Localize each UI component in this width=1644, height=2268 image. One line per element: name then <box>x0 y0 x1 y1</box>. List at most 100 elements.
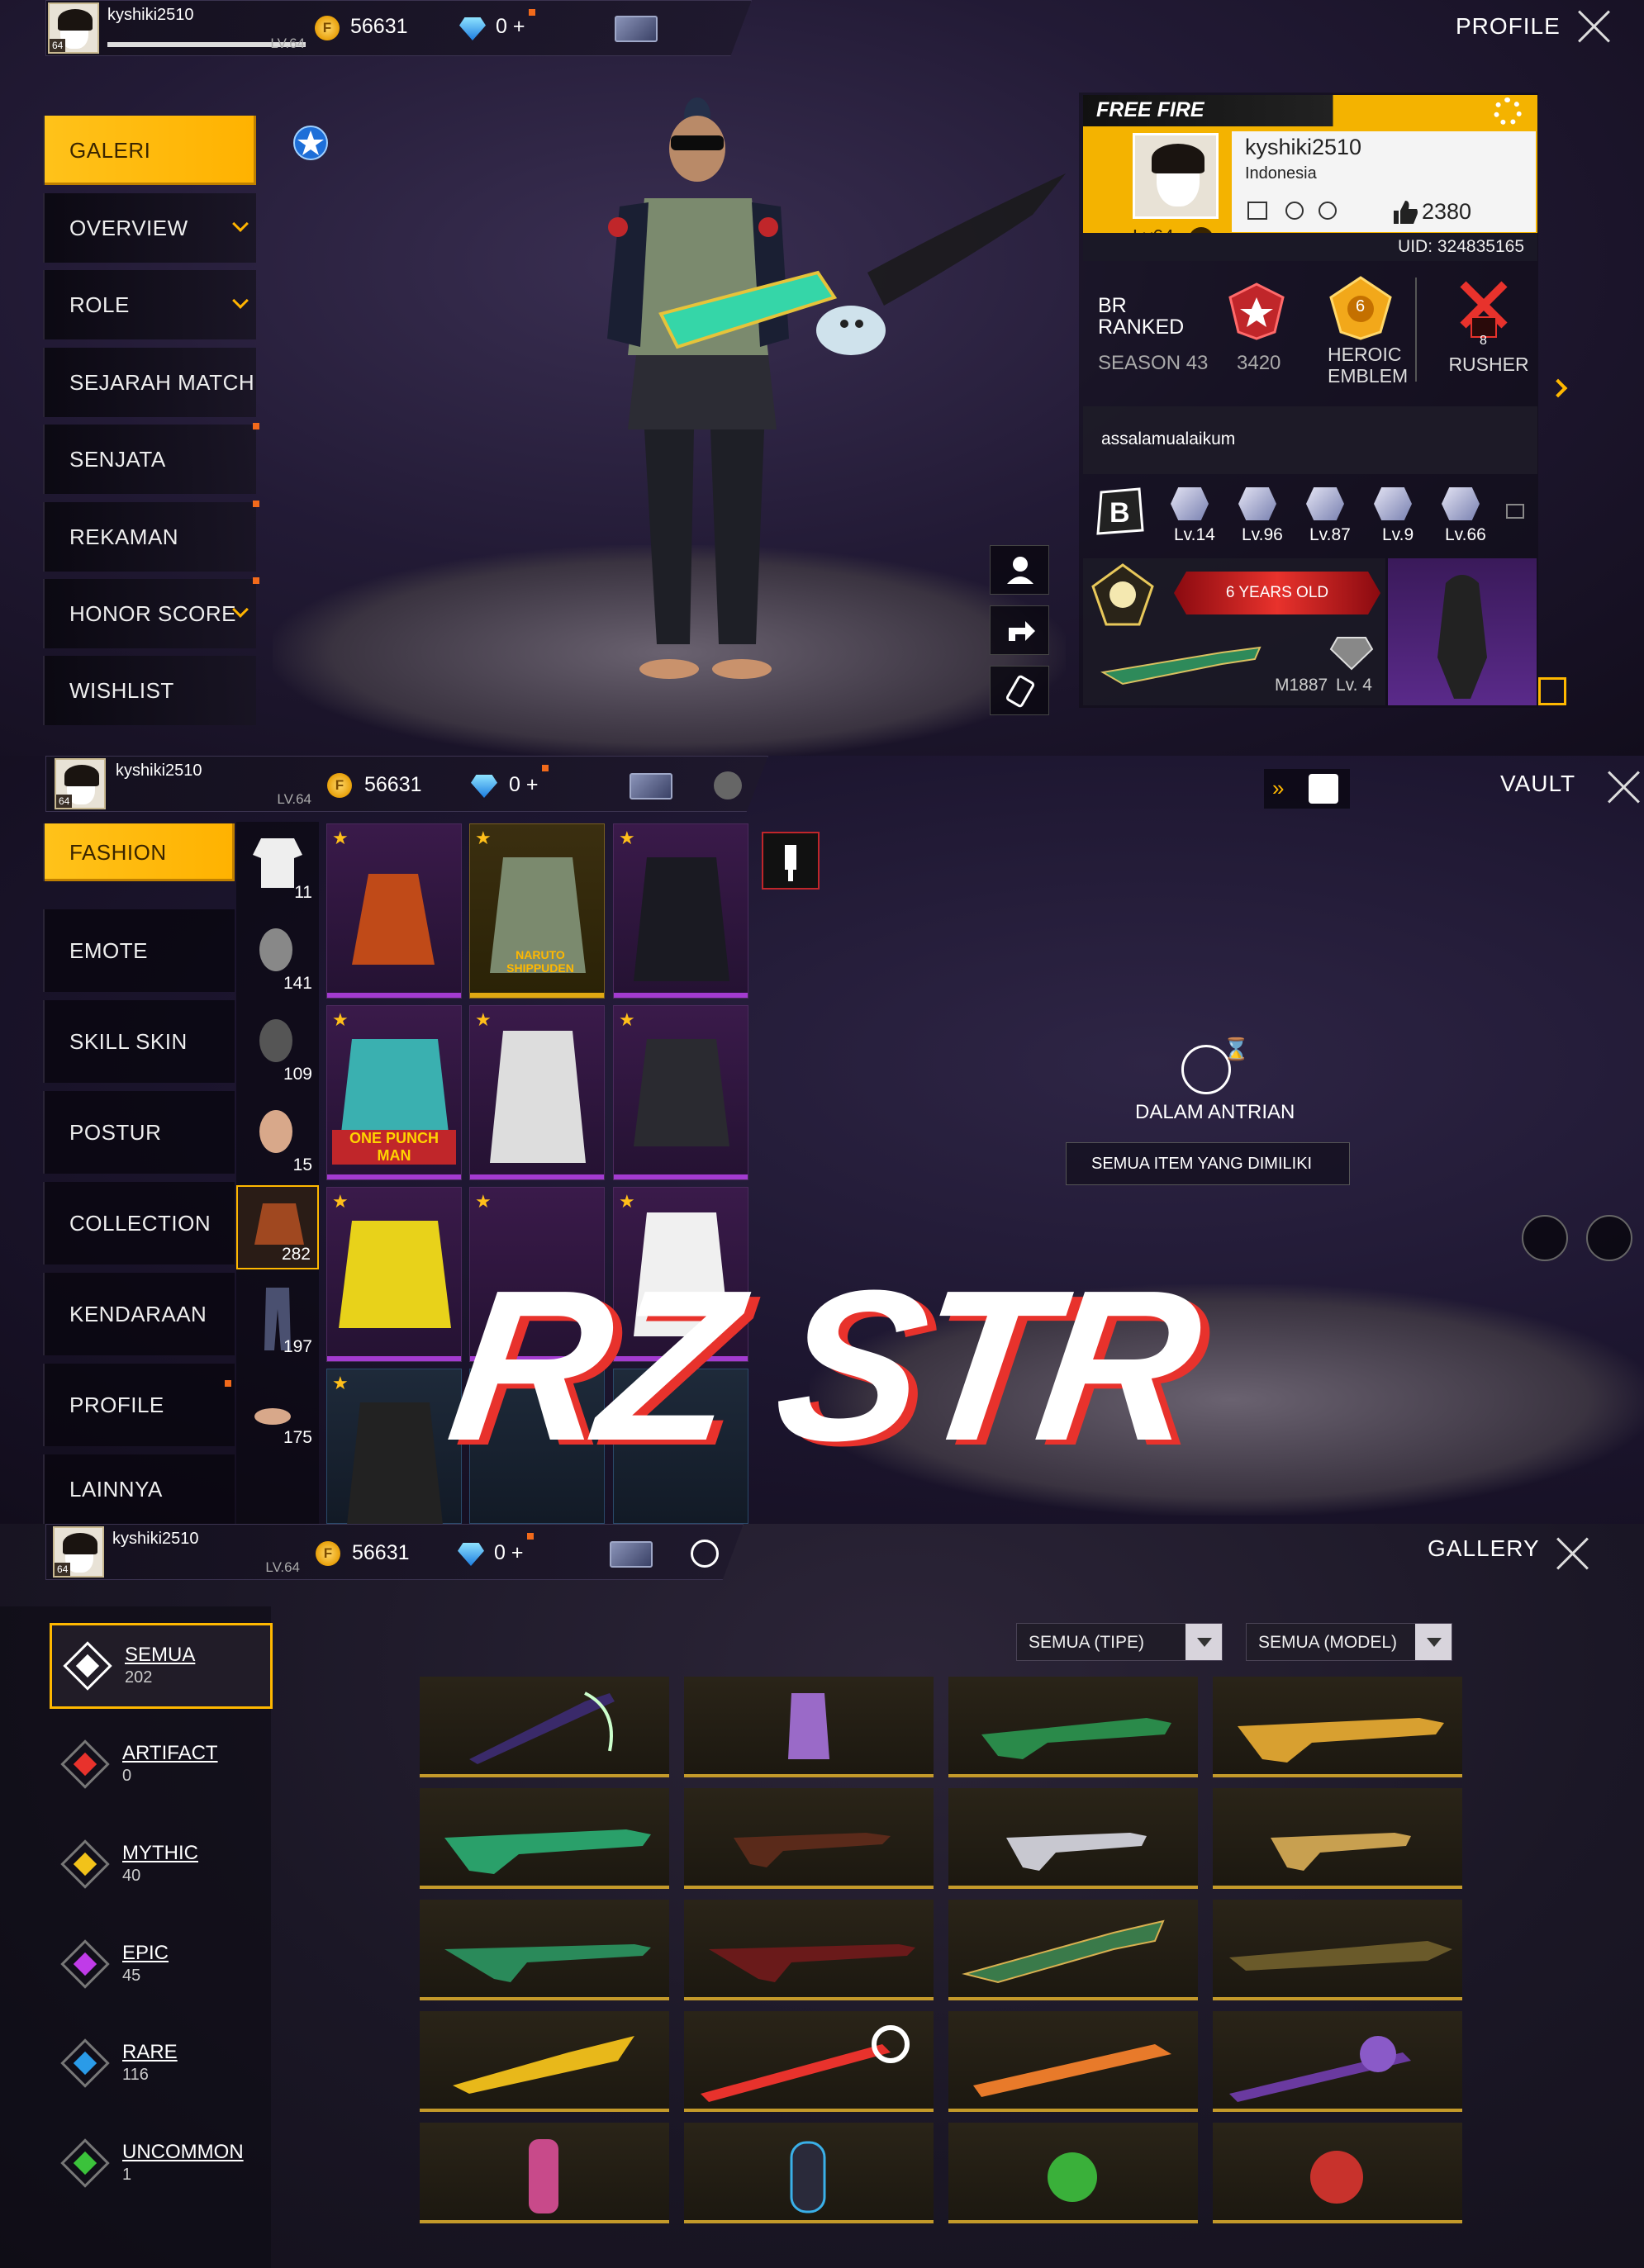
more-icon[interactable] <box>1506 504 1524 519</box>
menu-fashion[interactable]: FASHION <box>43 823 235 881</box>
share-button[interactable] <box>990 605 1049 655</box>
close-icon[interactable] <box>1576 8 1613 45</box>
skull-emblem-icon[interactable] <box>1090 562 1156 628</box>
filter-model-dropdown[interactable]: SEMUA (MODEL) <box>1246 1623 1452 1661</box>
menu-profile[interactable]: PROFILE <box>43 1364 235 1446</box>
outfit-showcase[interactable] <box>1388 558 1537 705</box>
avatar[interactable]: 64 <box>48 2 99 54</box>
rarity-semua[interactable]: SEMUA 202 <box>50 1623 273 1709</box>
weapon-tile[interactable] <box>420 1900 669 2000</box>
rarity-artifact[interactable]: ARTIFACT 0 <box>50 1724 273 1810</box>
diamond-count[interactable]: 0 + <box>509 773 538 797</box>
menu-emote[interactable]: EMOTE <box>43 909 235 992</box>
b-badge-icon[interactable]: B <box>1095 486 1146 537</box>
item-tile[interactable]: ★ ONE PUNCH MAN <box>326 1005 462 1180</box>
membership-card-icon[interactable] <box>610 1541 653 1568</box>
level-badge-icon[interactable] <box>1442 487 1480 520</box>
visibility-icon[interactable] <box>1586 1215 1632 1261</box>
menu-overview[interactable]: OVERVIEW <box>43 193 256 263</box>
item-tile[interactable]: ★ <box>613 823 748 999</box>
weapon-tile[interactable] <box>1213 2011 1462 2112</box>
level-badge-icon[interactable] <box>1306 487 1344 520</box>
item-tile[interactable]: ★ <box>326 1369 462 1524</box>
mannequin-button[interactable] <box>762 832 820 890</box>
category-jacket[interactable]: 282 <box>236 1185 319 1269</box>
category-face[interactable]: 15 <box>236 1094 319 1179</box>
rarity-epic[interactable]: EPIC 45 <box>50 1924 273 2009</box>
rarity-rare[interactable]: RARE 116 <box>50 2023 273 2109</box>
menu-honor-score[interactable]: HONOR SCORE <box>43 577 259 648</box>
weapon-tile[interactable] <box>420 1677 669 1777</box>
avatar[interactable]: 64 <box>55 758 106 809</box>
share-bar[interactable]: » <box>1264 769 1350 809</box>
category-pants[interactable]: 197 <box>236 1276 319 1360</box>
close-icon[interactable] <box>1606 769 1642 805</box>
item-tile[interactable]: ★ <box>469 1005 605 1180</box>
menu-role[interactable]: ROLE <box>43 270 256 339</box>
menu-lainnya[interactable]: LAINNYA <box>43 1454 235 1524</box>
settings-round-icon[interactable] <box>714 771 742 799</box>
chevron-right-icon[interactable] <box>1548 378 1568 398</box>
weapon-tile[interactable] <box>1213 1900 1462 2000</box>
edit-icon[interactable] <box>1538 677 1566 705</box>
weapon-tile[interactable] <box>420 2123 669 2223</box>
weapon-tile[interactable] <box>1213 1788 1462 1889</box>
category-top[interactable]: 11 <box>236 822 319 906</box>
item-tile[interactable]: ★ <box>326 1187 462 1362</box>
category-head[interactable]: 141 <box>236 913 319 997</box>
menu-wishlist[interactable]: WISHLIST <box>43 656 256 725</box>
level-badge-icon[interactable] <box>1171 487 1209 520</box>
years-old-badge[interactable]: 6 YEARS OLD <box>1174 572 1380 614</box>
weapon-tile[interactable] <box>684 1788 934 1889</box>
level-badge-icon[interactable] <box>1374 487 1412 520</box>
weapon-tile[interactable] <box>420 2011 669 2112</box>
weapon-tile[interactable] <box>684 1677 934 1777</box>
menu-postur[interactable]: POSTUR <box>43 1091 235 1174</box>
weapon-tile[interactable] <box>948 1900 1198 2000</box>
item-tile[interactable]: ★ <box>613 1005 748 1180</box>
rarity-uncommon[interactable]: UNCOMMON 1 <box>50 2123 273 2209</box>
rank-badge-icon[interactable] <box>1223 281 1290 340</box>
weapon-tile[interactable] <box>948 2011 1198 2112</box>
membership-card-icon[interactable] <box>615 16 658 42</box>
weapon-m1887-icon[interactable] <box>1098 639 1263 689</box>
menu-sejarah-match[interactable]: SEJARAH MATCH <box>43 348 256 417</box>
menu-rekaman[interactable]: REKAMAN <box>43 501 259 572</box>
menu-senjata[interactable]: SENJATA <box>43 423 259 494</box>
weapon-tile[interactable] <box>948 1788 1198 1889</box>
membership-card-icon[interactable] <box>630 773 672 799</box>
level-badge-icon[interactable] <box>1238 487 1276 520</box>
weapon-tile[interactable] <box>1213 2123 1462 2223</box>
diamond-count[interactable]: 0 + <box>496 15 525 39</box>
avatar-view-button[interactable] <box>990 545 1049 595</box>
weapon-tile[interactable] <box>684 1900 934 2000</box>
weapon-tile[interactable] <box>948 2123 1198 2223</box>
gear-icon[interactable] <box>1494 97 1522 126</box>
menu-kendaraan[interactable]: KENDARAAN <box>43 1273 235 1355</box>
rotate-button[interactable] <box>1522 1215 1568 1261</box>
weapon-tile[interactable] <box>684 2123 934 2223</box>
diamond-count[interactable]: 0 + <box>494 1541 523 1565</box>
menu-skill-skin[interactable]: SKILL SKIN <box>43 1000 235 1083</box>
menu-collection[interactable]: COLLECTION <box>43 1182 235 1264</box>
weapon-tile[interactable] <box>420 1788 669 1889</box>
item-tile[interactable]: ★ NARUTO SHIPPUDEN <box>469 823 605 999</box>
close-icon[interactable] <box>1555 1535 1591 1572</box>
star-badge-icon[interactable] <box>286 122 335 164</box>
avatar[interactable]: 64 <box>53 1526 104 1578</box>
thumbs-up-icon[interactable] <box>1390 197 1418 225</box>
all-items-button[interactable]: SEMUA ITEM YANG DIMILIKI <box>1066 1142 1350 1185</box>
weapon-tile[interactable] <box>1213 1677 1462 1777</box>
weapon-tile[interactable] <box>684 2011 934 2112</box>
rusher-icon[interactable] <box>1455 276 1513 342</box>
menu-galeri[interactable]: GALERI <box>43 116 256 185</box>
rarity-mythic[interactable]: MYTHIC 40 <box>50 1824 273 1910</box>
category-mask[interactable]: 109 <box>236 1004 319 1088</box>
cloud-icon[interactable] <box>691 1540 719 1568</box>
item-tile[interactable]: ★ <box>326 823 462 999</box>
category-shoes[interactable]: 175 <box>236 1367 319 1451</box>
rotate-button[interactable] <box>990 666 1049 715</box>
weapon-tile[interactable] <box>948 1677 1198 1777</box>
filter-type-dropdown[interactable]: SEMUA (TIPE) <box>1016 1623 1223 1661</box>
uid-text[interactable]: UID: 324835165 <box>1398 237 1524 257</box>
